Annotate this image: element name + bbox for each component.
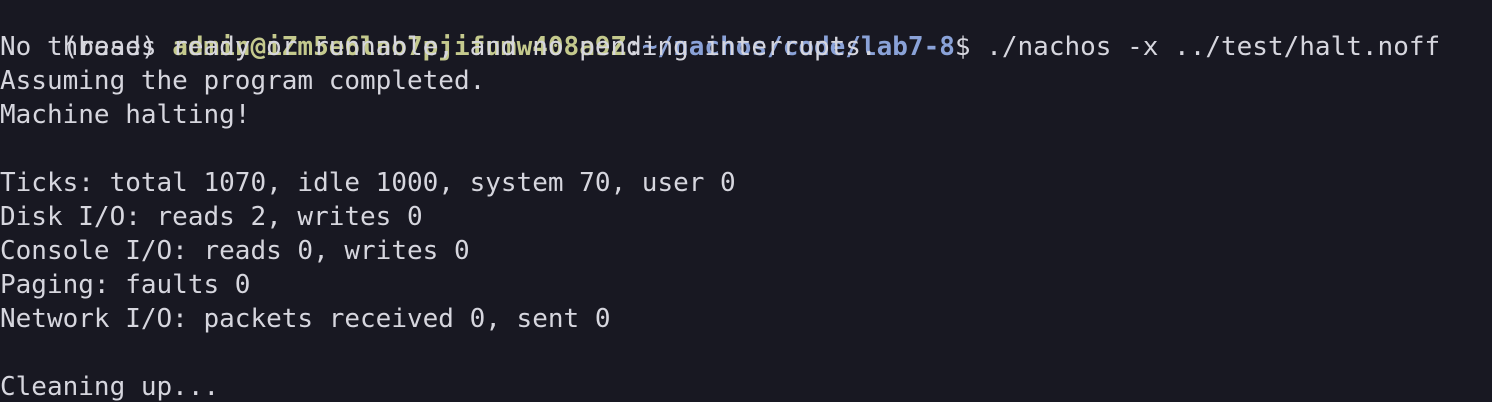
output-line: Machine halting! (0, 100, 251, 130)
prompt-symbol: $ (954, 32, 987, 62)
output-line: Paging: faults 0 (0, 270, 251, 300)
output-line: Network I/O: packets received 0, sent 0 (0, 304, 611, 334)
output-line: Cleaning up... (0, 372, 220, 402)
terminal-window[interactable]: (base) admin@iZm5e6lno7pjifumw408a9Z:~/n… (0, 0, 1492, 402)
output-line: Ticks: total 1070, idle 1000, system 70,… (0, 168, 736, 198)
prompt-line: (base) admin@iZm5e6lno7pjifumw408a9Z:~/n… (0, 0, 1441, 62)
output-line: Console I/O: reads 0, writes 0 (0, 236, 470, 266)
command-text: ./nachos -x ../test/halt.noff (986, 32, 1441, 62)
output-line: Disk I/O: reads 2, writes 0 (0, 202, 423, 232)
output-line: No threads ready or runnable, and no pen… (0, 32, 877, 62)
output-line: Assuming the program completed. (0, 66, 486, 96)
